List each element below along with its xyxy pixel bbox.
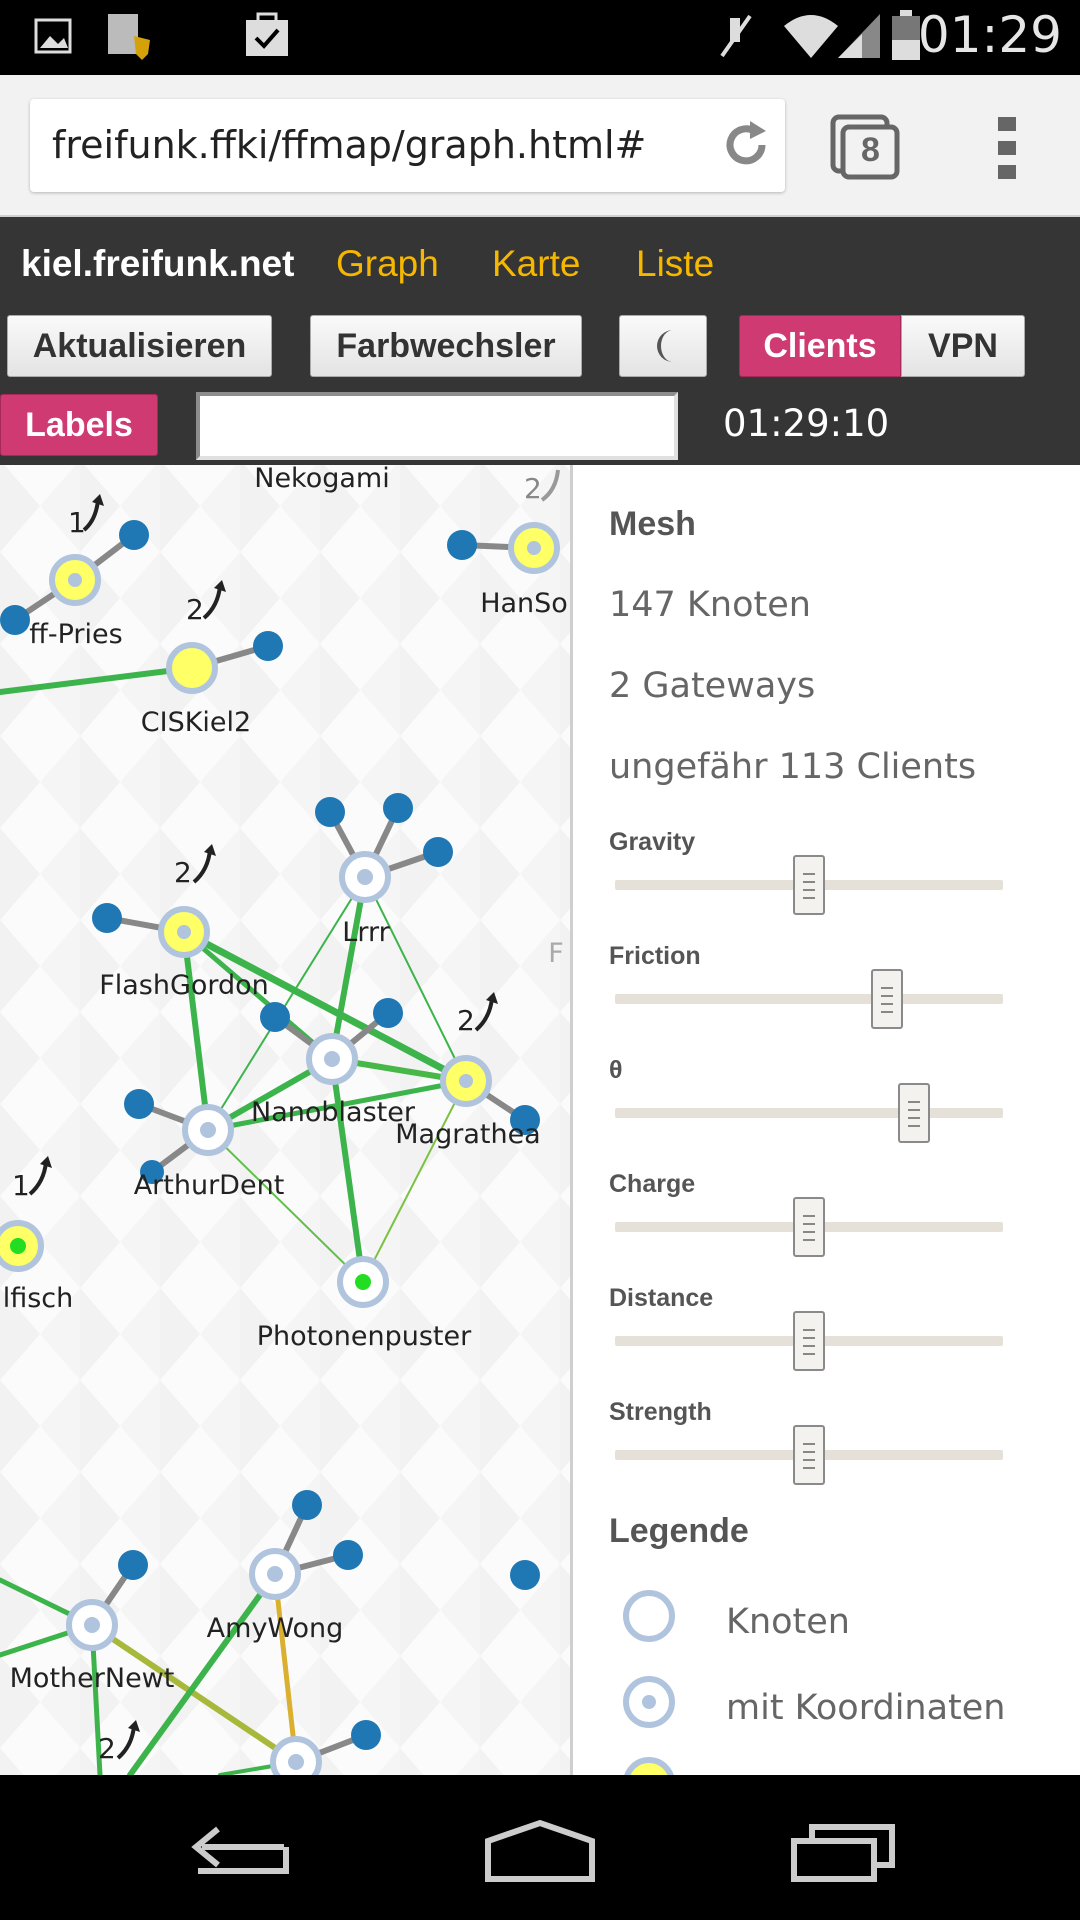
slider-handle[interactable] xyxy=(793,855,825,915)
nav-graph[interactable]: Graph xyxy=(336,243,439,285)
label-arthurdent: ArthurDent xyxy=(134,1170,285,1201)
badge-6: 1 xyxy=(12,1169,30,1202)
legend-node-icon xyxy=(623,1590,675,1642)
system-nav-bar xyxy=(0,1775,1080,1920)
label-nekogami: Nekogami xyxy=(254,465,390,494)
home-icon[interactable] xyxy=(484,1819,596,1883)
mesh-panel: Mesh 147 Knoten 2 Gateways ungefähr 113 … xyxy=(570,465,1080,1809)
back-icon[interactable] xyxy=(188,1821,290,1877)
badge-1: 1 xyxy=(68,506,86,539)
moon-button[interactable] xyxy=(619,315,707,377)
tab-count: 8 xyxy=(861,131,880,169)
label-photonenpuster: Photonenpuster xyxy=(257,1321,472,1352)
color-switcher-button[interactable]: Farbwechsler xyxy=(310,315,582,377)
slider-label: Distance xyxy=(609,1284,714,1312)
badge-4: 2 xyxy=(174,856,192,889)
label-amywong: AmyWong xyxy=(207,1613,344,1644)
status-bar: 01:29 xyxy=(0,0,1080,75)
signal-icon xyxy=(838,14,880,58)
slider-label: Strength xyxy=(609,1398,712,1426)
slider-label: Charge xyxy=(609,1170,696,1198)
node-ciskiel2 xyxy=(166,642,218,694)
clipboard-check-icon xyxy=(246,12,288,56)
label-nanoblaster: Nanoblaster xyxy=(251,1097,416,1128)
graph-canvas[interactable]: 1 2 2 2 2 1 2 Nekogami ff-Pries CISKiel2… xyxy=(0,465,570,1775)
slider-label: Friction xyxy=(609,942,701,970)
slider-handle[interactable] xyxy=(793,1311,825,1371)
status-time: 01:29 xyxy=(917,6,1062,64)
slider-handle[interactable] xyxy=(793,1197,825,1257)
brand-title[interactable]: kiel.freifunk.net xyxy=(21,243,294,285)
badge-3: 2 xyxy=(524,472,542,505)
legend-node-label: Knoten xyxy=(726,1602,850,1642)
badge-7: 2 xyxy=(98,1732,116,1765)
stat-nodes: 147 Knoten xyxy=(609,585,811,625)
slider-handle[interactable] xyxy=(793,1425,825,1485)
filter-input[interactable] xyxy=(196,392,678,460)
label-flashgordon: FlashGordon xyxy=(99,970,269,1001)
mute-icon xyxy=(720,14,752,58)
tabs-button[interactable]: 8 xyxy=(829,113,901,181)
label-magrathea: Magrathea xyxy=(395,1119,540,1150)
legend-coords-icon xyxy=(623,1676,675,1728)
mesh-title: Mesh xyxy=(609,505,696,543)
wifi-icon xyxy=(784,15,838,58)
url-bar[interactable]: freifunk.ffki/ffmap/graph.html# xyxy=(30,99,785,192)
label-mothernewt: MotherNewt xyxy=(10,1663,175,1694)
slider-label: θ xyxy=(609,1056,623,1084)
nav-karte[interactable]: Karte xyxy=(492,243,580,285)
label-cut: F xyxy=(548,938,564,969)
label-ciskiel2: CISKiel2 xyxy=(141,707,251,738)
overflow-menu-icon[interactable] xyxy=(996,115,1020,181)
url-text: freifunk.ffki/ffmap/graph.html# xyxy=(52,123,647,167)
update-time: 01:29:10 xyxy=(723,402,890,445)
vpn-toggle[interactable]: VPN xyxy=(901,315,1025,377)
clients-toggle[interactable]: Clients xyxy=(739,315,901,377)
badge-5: 2 xyxy=(457,1004,475,1037)
badge-2: 2 xyxy=(186,593,204,626)
nav-liste[interactable]: Liste xyxy=(636,243,714,285)
slider-track[interactable] xyxy=(615,1108,1003,1118)
labels-toggle[interactable]: Labels xyxy=(0,394,158,456)
slider-handle[interactable] xyxy=(870,969,903,1029)
stat-clients: ungefähr 113 Clients xyxy=(609,747,977,787)
mesh-graph[interactable]: 1 2 2 2 2 1 2 Nekogami ff-Pries CISKiel2… xyxy=(0,465,570,1775)
browser-toolbar: freifunk.ffki/ffmap/graph.html# 8 xyxy=(0,75,1080,217)
recents-icon[interactable] xyxy=(790,1821,896,1883)
label-ff-pries: ff-Pries xyxy=(29,619,122,650)
label-hanso: HanSo xyxy=(480,588,568,619)
gallery-icon xyxy=(34,18,72,54)
refresh-button[interactable]: Aktualisieren xyxy=(7,315,272,377)
legend-coords-label: mit Koordinaten xyxy=(726,1688,1006,1728)
document-shield-icon xyxy=(108,14,150,60)
moon-icon xyxy=(657,330,673,362)
label-lfisch: lfisch xyxy=(3,1283,74,1314)
legend-title: Legende xyxy=(609,1512,749,1550)
reload-icon[interactable] xyxy=(718,117,774,173)
slider-label: Gravity xyxy=(609,828,696,856)
label-lrrr: Lrrr xyxy=(342,917,390,948)
slider-track[interactable] xyxy=(615,994,1003,1004)
slider-handle[interactable] xyxy=(897,1083,930,1143)
stat-gateways: 2 Gateways xyxy=(609,666,816,706)
